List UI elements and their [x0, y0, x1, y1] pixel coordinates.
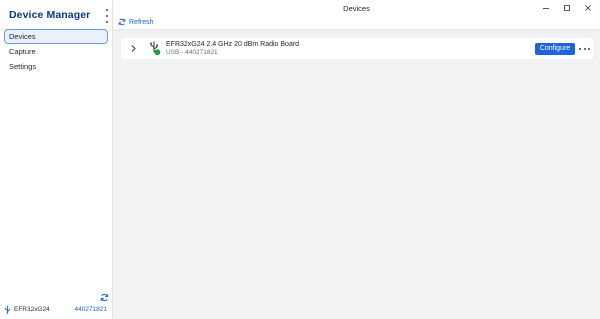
devices-panel: EFR32xG24 2.4 GHz 20 dBm Radio Board USB…	[113, 30, 600, 319]
device-name: EFR32xG24 2.4 GHz 20 dBm Radio Board	[166, 41, 300, 48]
connected-device-serial[interactable]: 440271821	[74, 305, 107, 314]
top-bar: Devices Refresh	[113, 0, 600, 30]
refresh-label: Refresh	[129, 18, 154, 26]
sidebar: Device Manager Devices Capture Settings …	[0, 0, 113, 319]
refresh-button[interactable]: Refresh	[118, 17, 154, 27]
sidebar-item-capture[interactable]: Capture	[4, 45, 108, 60]
sidebar-menu-icon[interactable]	[102, 9, 111, 23]
more-options-icon[interactable]	[579, 45, 590, 53]
window-title: Devices	[343, 4, 370, 13]
sidebar-item-settings[interactable]: Settings	[4, 60, 108, 75]
configure-button[interactable]: Configure	[535, 43, 575, 55]
connected-device-name: EFR32xG24	[14, 306, 50, 313]
device-connection: USB - 440271821	[166, 49, 218, 56]
usb-device-icon	[150, 41, 161, 56]
refresh-icon	[118, 18, 126, 26]
minimize-icon[interactable]	[539, 2, 553, 13]
device-row: EFR32xG24 2.4 GHz 20 dBm Radio Board USB…	[121, 38, 593, 59]
maximize-icon[interactable]	[560, 2, 574, 13]
refresh-icon[interactable]	[100, 293, 109, 302]
close-icon[interactable]	[581, 2, 595, 13]
app-title: Device Manager	[9, 9, 91, 21]
usb-icon	[4, 305, 11, 314]
sidebar-item-devices[interactable]: Devices	[4, 29, 108, 44]
chevron-right-icon[interactable]	[130, 44, 137, 53]
